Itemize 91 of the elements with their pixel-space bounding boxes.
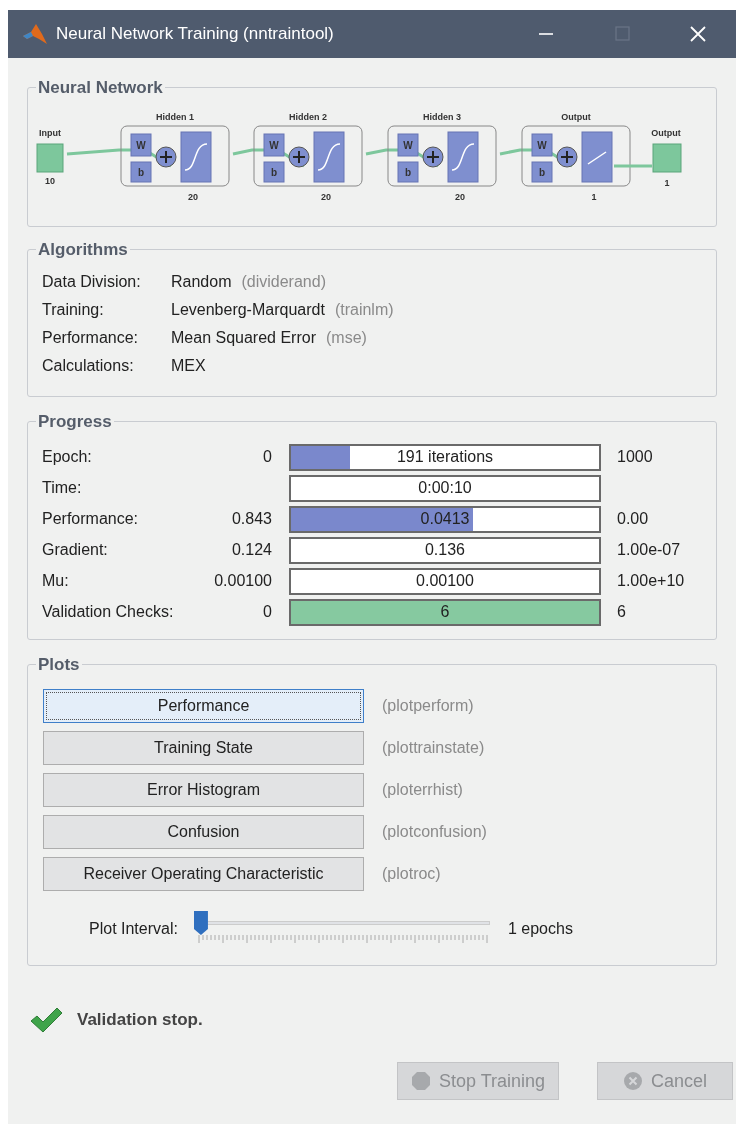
function-name: (mse) xyxy=(325,328,367,348)
layer-title: Hidden 2 xyxy=(289,112,327,122)
output-size: 1 xyxy=(664,178,670,188)
close-button[interactable] xyxy=(689,25,707,43)
start-value: 0.124 xyxy=(231,541,272,558)
linear-transfer-icon xyxy=(581,131,613,183)
bias-label: b xyxy=(137,167,145,178)
output-label: Output xyxy=(651,128,681,138)
field-label: Calculations: xyxy=(42,356,135,376)
sum-icon xyxy=(556,146,578,168)
end-value: 6 xyxy=(617,602,626,622)
input-label: Input xyxy=(39,128,61,138)
field-value: MEX xyxy=(171,356,206,376)
bar-reading: 0.0413 xyxy=(419,509,471,529)
sum-icon xyxy=(288,146,310,168)
cancel-button: Cancel xyxy=(597,1062,733,1100)
field-value: Random xyxy=(171,272,232,292)
function-name: (plotroc) xyxy=(382,864,441,884)
slider-reading: 1 epochs xyxy=(507,919,573,939)
plot-button[interactable]: Confusion xyxy=(43,815,364,849)
status-message: Validation stop. xyxy=(77,1009,203,1032)
stop-training-button: Stop Training xyxy=(397,1062,559,1100)
end-value: 0.00 xyxy=(617,509,649,529)
layer-size: 20 xyxy=(321,192,331,202)
plot-button[interactable]: Error Histogram xyxy=(43,773,364,807)
input-size: 10 xyxy=(45,176,55,186)
end-value: 1.00e-07 xyxy=(617,540,681,560)
plot-button[interactable]: Performance xyxy=(43,689,364,723)
checkmark-icon xyxy=(29,1006,63,1034)
field-label: Data Division: xyxy=(42,272,142,292)
start-value: 0 xyxy=(263,603,272,620)
weight-block xyxy=(531,133,553,157)
cancel-icon xyxy=(623,1071,643,1091)
end-value: 1000 xyxy=(617,447,653,467)
layer-title: Hidden 1 xyxy=(156,112,194,122)
function-name: (dividerand) xyxy=(241,272,326,292)
field-label: Training: xyxy=(42,300,105,320)
field-label: Time: xyxy=(42,478,83,498)
output-node xyxy=(652,143,682,173)
start-value: 0.00100 xyxy=(214,572,272,589)
function-name: (trainlm) xyxy=(334,300,394,320)
field-label: Validation Checks: xyxy=(42,602,175,622)
start-value: 0.843 xyxy=(231,510,272,527)
layer-size: 20 xyxy=(455,192,465,202)
function-name: (plottrainstate) xyxy=(382,738,485,758)
window-title: Neural Network Training (nntraintool) xyxy=(56,23,334,46)
layer-size: 1 xyxy=(591,192,597,202)
plot-button[interactable]: Receiver Operating Characteristic xyxy=(43,857,364,891)
bar-reading: 6 xyxy=(439,602,451,622)
connector-line xyxy=(614,164,652,168)
bias-block xyxy=(531,161,553,183)
layer-title: Hidden 3 xyxy=(423,112,461,122)
plot-button[interactable]: Training State xyxy=(43,731,364,765)
weight-block xyxy=(130,133,152,157)
sum-icon xyxy=(422,146,444,168)
field-label: Epoch: xyxy=(42,447,93,467)
field-value: Levenberg-Marquardt xyxy=(171,300,325,320)
field-label: Performance: xyxy=(42,509,140,529)
layer-title: Output xyxy=(561,112,591,122)
sigmoid-transfer-icon xyxy=(313,131,345,183)
function-name: (plotperform) xyxy=(382,696,474,716)
end-value: 1.00e+10 xyxy=(617,571,685,591)
field-label: Mu: xyxy=(42,571,70,591)
field-label: Gradient: xyxy=(42,540,109,560)
stop-sign-icon xyxy=(410,1071,431,1091)
field-value: Mean Squared Error xyxy=(171,328,316,348)
bias-block xyxy=(397,161,419,183)
function-name: (plotconfusion) xyxy=(382,822,487,842)
weight-block xyxy=(263,133,285,157)
weight-block xyxy=(397,133,419,157)
bias-label: b xyxy=(404,167,412,178)
input-node xyxy=(36,143,64,173)
weight-label: W xyxy=(136,140,146,151)
function-name: (ploterrhist) xyxy=(382,780,463,800)
bias-block xyxy=(130,161,152,183)
bar-reading: 191 iterations xyxy=(395,447,495,467)
slider-label: Plot Interval: xyxy=(89,919,178,939)
sigmoid-transfer-icon xyxy=(180,131,212,183)
app-logo-icon xyxy=(22,22,48,46)
weight-label: W xyxy=(537,140,547,151)
sigmoid-transfer-icon xyxy=(447,131,479,183)
start-value: 0 xyxy=(263,448,272,465)
weight-label: W xyxy=(403,140,413,151)
slider-thumb[interactable] xyxy=(193,911,208,935)
weight-label: W xyxy=(269,140,279,151)
bias-block xyxy=(263,161,285,183)
bias-label: b xyxy=(270,167,278,178)
field-label: Performance: xyxy=(42,328,140,348)
sum-icon xyxy=(155,146,177,168)
bias-label: b xyxy=(538,167,546,178)
layer-size: 20 xyxy=(188,192,198,202)
